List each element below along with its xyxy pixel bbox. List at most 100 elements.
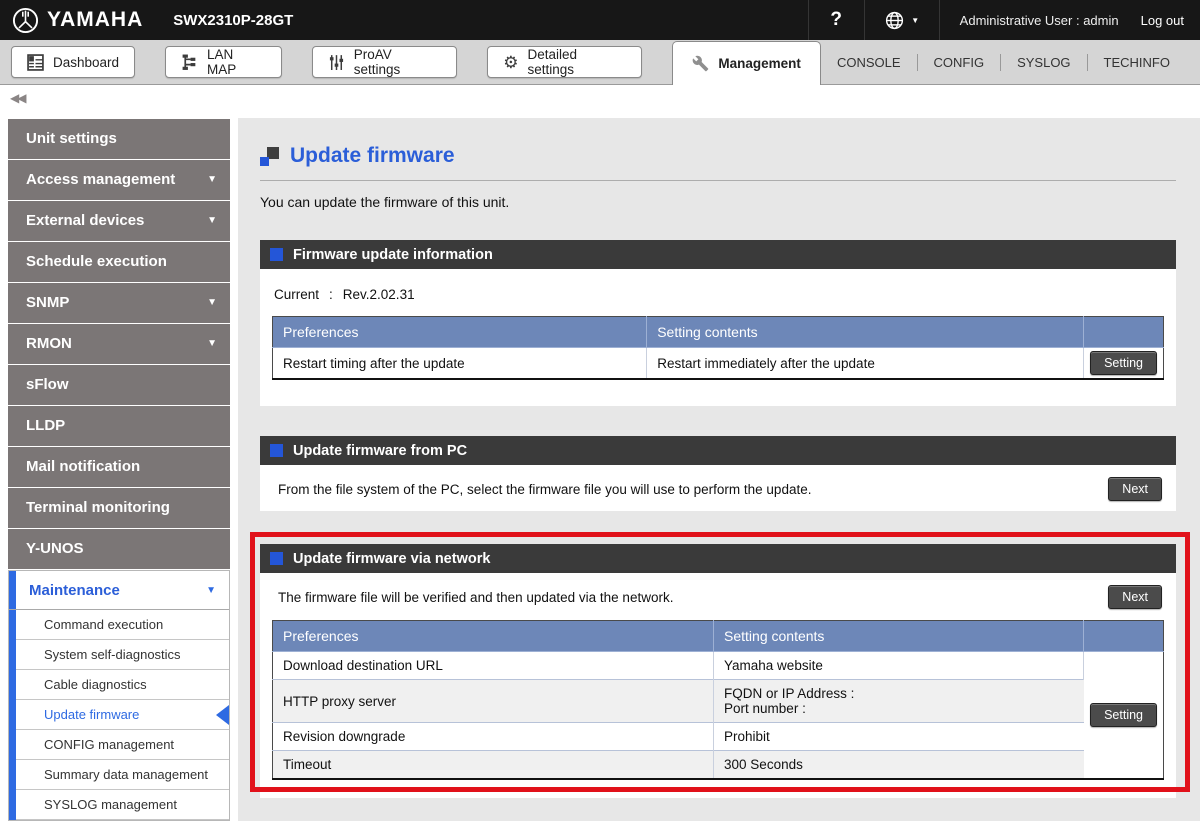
sidebar-subitem-label: System self-diagnostics bbox=[44, 647, 181, 662]
tab-label: Dashboard bbox=[53, 55, 119, 70]
next-button[interactable]: Next bbox=[1108, 477, 1162, 501]
current-separator: : bbox=[329, 287, 333, 302]
sidebar-subitem-label: Cable diagnostics bbox=[44, 677, 147, 692]
logout-link[interactable]: Log out bbox=[1141, 13, 1184, 28]
table-row: Download destination URL Yamaha website … bbox=[273, 652, 1164, 680]
value-cell: FQDN or IP Address : Port number : bbox=[714, 680, 1084, 723]
sidebar-item-label: Access management bbox=[26, 171, 175, 188]
sidebar-item-summary-data-management[interactable]: Summary data management bbox=[16, 760, 229, 790]
sidebar-subitem-label: SYSLOG management bbox=[44, 797, 177, 812]
column-header-action bbox=[1084, 317, 1164, 348]
next-button[interactable]: Next bbox=[1108, 585, 1162, 609]
sidebar-item-label: LLDP bbox=[26, 417, 65, 434]
table-row: HTTP proxy server FQDN or IP Address : P… bbox=[273, 680, 1164, 723]
sidebar-item-sflow[interactable]: sFlow bbox=[8, 365, 230, 405]
selected-item-arrow-icon bbox=[216, 705, 229, 725]
sidebar-item-command-execution[interactable]: Command execution bbox=[16, 610, 229, 640]
tab-lan-map[interactable]: LAN MAP bbox=[165, 46, 282, 78]
sidebar-item-unit-settings[interactable]: Unit settings bbox=[8, 119, 230, 159]
chevron-down-icon: ▼ bbox=[207, 160, 217, 200]
network-update-table: Preferences Setting contents Download de… bbox=[272, 620, 1164, 780]
sidebar-item-label: Unit settings bbox=[26, 130, 117, 147]
section-update-firmware-from-pc: Update firmware from PC From the file sy… bbox=[260, 436, 1176, 511]
sidebar-item-y-unos[interactable]: Y-UNOS bbox=[8, 529, 230, 569]
language-selector[interactable]: ▼ bbox=[864, 0, 940, 40]
sidebar-item-label: External devices bbox=[26, 212, 144, 229]
sidebar-item-access-management[interactable]: Access management ▼ bbox=[8, 160, 230, 200]
pref-cell: Timeout bbox=[273, 751, 714, 780]
section-title: Update firmware from PC bbox=[293, 443, 467, 459]
firmware-info-table: Preferences Setting contents Restart tim… bbox=[272, 316, 1164, 380]
link-config[interactable]: CONFIG bbox=[918, 55, 1001, 70]
help-button[interactable]: ? bbox=[808, 0, 864, 40]
sidebar-maintenance-section: Maintenance ▼ Command execution System s… bbox=[8, 570, 230, 821]
value-cell: 300 Seconds bbox=[714, 751, 1084, 780]
value-line: FQDN or IP Address : bbox=[724, 686, 1074, 701]
chevron-down-icon: ▼ bbox=[206, 571, 216, 610]
sidebar-item-terminal-monitoring[interactable]: Terminal monitoring bbox=[8, 488, 230, 528]
section-firmware-update-information: Firmware update information Current:Rev.… bbox=[260, 240, 1176, 406]
page-title: Update firmware bbox=[290, 144, 455, 168]
pref-cell: Download destination URL bbox=[273, 652, 714, 680]
value-cell: Prohibit bbox=[714, 723, 1084, 751]
tab-proav-settings[interactable]: ProAV settings bbox=[312, 46, 457, 78]
section-description: From the file system of the PC, select t… bbox=[278, 482, 811, 497]
device-model: SWX2310P-28GT bbox=[173, 12, 293, 29]
workspace: ◀◀ Unit settings Access management ▼ Ext… bbox=[0, 85, 1200, 821]
current-value: Rev.2.02.31 bbox=[343, 287, 415, 302]
tab-label: LAN MAP bbox=[207, 47, 266, 77]
help-icon: ? bbox=[830, 9, 842, 31]
sidebar-item-maintenance[interactable]: Maintenance ▼ bbox=[9, 571, 229, 610]
sidebar-subitem-label: CONFIG management bbox=[44, 737, 174, 752]
current-label: Current bbox=[274, 287, 319, 302]
setting-button[interactable]: Setting bbox=[1090, 703, 1157, 727]
sidebar-subitem-label: Command execution bbox=[44, 617, 163, 632]
sidebar-item-syslog-management[interactable]: SYSLOG management bbox=[16, 790, 229, 820]
dashboard-grid-icon bbox=[27, 54, 44, 71]
tab-label: Detailed settings bbox=[527, 47, 626, 77]
sidebar-item-label: SNMP bbox=[26, 294, 69, 311]
tab-management-active[interactable]: Management bbox=[672, 41, 821, 85]
section-bullet-icon bbox=[270, 444, 283, 457]
sidebar-item-snmp[interactable]: SNMP ▼ bbox=[8, 283, 230, 323]
sidebar-item-config-management[interactable]: CONFIG management bbox=[16, 730, 229, 760]
section-bullet-icon bbox=[270, 552, 283, 565]
sidebar: Unit settings Access management ▼ Extern… bbox=[8, 119, 230, 821]
sidebar-item-schedule-execution[interactable]: Schedule execution bbox=[8, 242, 230, 282]
gear-icon: ⚙ bbox=[503, 54, 518, 71]
wrench-icon bbox=[692, 55, 709, 72]
current-revision: Current: Rev.2.02.31 bbox=[274, 287, 1164, 302]
yamaha-tuning-fork-icon bbox=[12, 7, 39, 34]
sidebar-item-external-devices[interactable]: External devices ▼ bbox=[8, 201, 230, 241]
value-cell: Restart immediately after the update bbox=[647, 348, 1084, 380]
section-update-firmware-via-network: Update firmware via network The firmware… bbox=[260, 544, 1176, 798]
sidebar-item-label: sFlow bbox=[26, 376, 69, 393]
sidebar-item-mail-notification[interactable]: Mail notification bbox=[8, 447, 230, 487]
sidebar-item-lldp[interactable]: LLDP bbox=[8, 406, 230, 446]
sidebar-item-rmon[interactable]: RMON ▼ bbox=[8, 324, 230, 364]
section-title: Update firmware via network bbox=[293, 551, 490, 567]
sidebar-collapse-icon[interactable]: ◀◀ bbox=[10, 91, 24, 105]
top-bar: YAMAHA SWX2310P-28GT ? ▼ Administrative … bbox=[0, 0, 1200, 40]
link-techinfo[interactable]: TECHINFO bbox=[1088, 55, 1186, 70]
sidebar-item-cable-diagnostics[interactable]: Cable diagnostics bbox=[16, 670, 229, 700]
tab-bar: Dashboard LAN MAP ProAV settings ⚙ Detai… bbox=[0, 40, 1200, 85]
title-divider bbox=[260, 180, 1176, 181]
chevron-down-icon: ▼ bbox=[207, 324, 217, 364]
table-row: Timeout 300 Seconds bbox=[273, 751, 1164, 780]
sidebar-item-system-self-diagnostics[interactable]: System self-diagnostics bbox=[16, 640, 229, 670]
setting-button[interactable]: Setting bbox=[1090, 351, 1157, 375]
tab-dashboard[interactable]: Dashboard bbox=[11, 46, 135, 78]
link-console[interactable]: CONSOLE bbox=[821, 55, 917, 70]
sidebar-item-label: Maintenance bbox=[29, 582, 120, 599]
section-bullet-icon bbox=[270, 248, 283, 261]
yamaha-logo: YAMAHA bbox=[0, 7, 143, 34]
tab-detailed-settings[interactable]: ⚙ Detailed settings bbox=[487, 46, 642, 78]
sidebar-item-label: Mail notification bbox=[26, 458, 140, 475]
link-syslog[interactable]: SYSLOG bbox=[1001, 55, 1086, 70]
column-header-setting-contents: Setting contents bbox=[647, 317, 1084, 348]
section-description: The firmware file will be verified and t… bbox=[278, 590, 673, 605]
sidebar-item-update-firmware-selected[interactable]: Update firmware bbox=[16, 700, 229, 730]
sidebar-item-label: Y-UNOS bbox=[26, 540, 84, 557]
main-content: Update firmware You can update the firmw… bbox=[238, 118, 1200, 821]
